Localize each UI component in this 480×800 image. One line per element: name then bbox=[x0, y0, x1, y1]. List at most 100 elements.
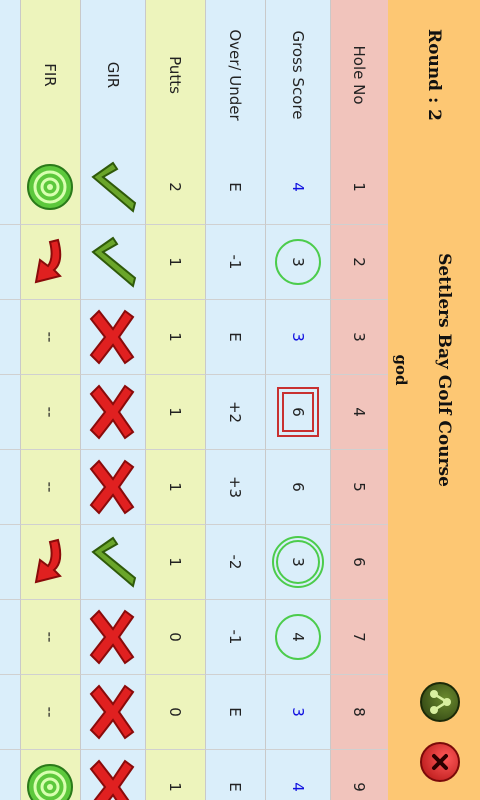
arrow-right-icon bbox=[35, 238, 63, 284]
double-bogey-inner-square: 6 bbox=[282, 392, 314, 432]
putts-value: 1 bbox=[166, 557, 185, 567]
hole-no-cell: 3 bbox=[330, 300, 388, 375]
hole-number: 2 bbox=[350, 257, 369, 267]
pty-cell: 0 bbox=[0, 750, 20, 800]
row-label-fir: FIR bbox=[20, 0, 80, 150]
gross-score-cell[interactable]: 3 bbox=[265, 525, 330, 600]
cross-icon bbox=[89, 384, 135, 440]
putts-cell: 1 bbox=[145, 300, 205, 375]
hole-number: 9 bbox=[350, 782, 369, 792]
hole-number: 1 bbox=[350, 182, 369, 192]
over-under-value: +2 bbox=[226, 400, 245, 424]
gross-score-cell[interactable]: 3 bbox=[265, 225, 330, 300]
fir-cell: -- bbox=[20, 450, 80, 525]
over-under-cell: -1 bbox=[205, 600, 265, 675]
fir-cell: -- bbox=[20, 300, 80, 375]
putts-value: 1 bbox=[166, 482, 185, 492]
gir-cell bbox=[80, 450, 145, 525]
player-name: god bbox=[392, 354, 410, 386]
gir-cell bbox=[80, 600, 145, 675]
hole-no-cell: 6 bbox=[330, 525, 388, 600]
pty-cell: 1 bbox=[0, 375, 20, 450]
header-bar: Round : 2 Settlers Bay Golf Course god bbox=[388, 0, 480, 800]
hole-no-cell: 7 bbox=[330, 600, 388, 675]
fir-cell: -- bbox=[20, 375, 80, 450]
gir-cell bbox=[80, 300, 145, 375]
row-label-gross-score: Gross Score bbox=[265, 0, 330, 150]
putts-cell: 1 bbox=[145, 375, 205, 450]
hole-no-cell: 5 bbox=[330, 450, 388, 525]
cross-icon bbox=[89, 309, 135, 365]
gross-score-value: 3 bbox=[289, 332, 307, 342]
putts-cell: 2 bbox=[145, 150, 205, 225]
gir-cell bbox=[80, 150, 145, 225]
over-under-cell: -2 bbox=[205, 525, 265, 600]
gir-cell bbox=[80, 675, 145, 750]
putts-value: 0 bbox=[166, 707, 185, 717]
over-under-value: +3 bbox=[226, 475, 245, 499]
putts-cell: 1 bbox=[145, 450, 205, 525]
putts-cell: 1 bbox=[145, 750, 205, 800]
fir-value: -- bbox=[41, 406, 60, 418]
putts-cell: 0 bbox=[145, 675, 205, 750]
gross-score-value: 4 bbox=[289, 182, 307, 192]
gross-score-cell[interactable]: 3 bbox=[265, 675, 330, 750]
gross-score-value: 3 bbox=[289, 257, 307, 267]
fir-value: -- bbox=[41, 706, 60, 718]
hole-no-cell: 9 bbox=[330, 750, 388, 800]
course-name: Settlers Bay Golf Course bbox=[434, 253, 454, 487]
gross-score-value: 3 bbox=[289, 707, 307, 717]
hole-no-cell: 4 bbox=[330, 375, 388, 450]
check-icon bbox=[91, 161, 137, 213]
fir-cell: -- bbox=[20, 600, 80, 675]
gross-score-cell[interactable]: 4 bbox=[265, 150, 330, 225]
over-under-value: E bbox=[226, 332, 245, 342]
gross-score-cell[interactable]: 3 bbox=[265, 300, 330, 375]
check-icon bbox=[91, 236, 137, 288]
target-icon bbox=[27, 164, 74, 210]
over-under-cell: E bbox=[205, 750, 265, 800]
cross-icon bbox=[89, 609, 135, 665]
gross-score-cell[interactable]: 6 bbox=[265, 375, 330, 450]
hole-number: 6 bbox=[350, 557, 369, 567]
close-button[interactable] bbox=[420, 742, 460, 782]
fir-cell bbox=[20, 150, 80, 225]
row-label-over-under: Over/ Under bbox=[205, 0, 265, 150]
hole-number: 5 bbox=[350, 482, 369, 492]
over-under-cell: E bbox=[205, 150, 265, 225]
cross-icon bbox=[89, 759, 135, 800]
putts-value: 2 bbox=[166, 182, 185, 192]
pty-cell: 0 bbox=[0, 525, 20, 600]
hole-number: 3 bbox=[350, 332, 369, 342]
fir-value: -- bbox=[41, 631, 60, 643]
gross-score-value: 4 bbox=[289, 782, 307, 792]
double-bogey-square: 6 bbox=[277, 387, 319, 437]
pty-cell: 0 bbox=[0, 450, 20, 525]
hole-no-cell: 2 bbox=[330, 225, 388, 300]
fir-value: -- bbox=[41, 331, 60, 343]
pty-cell: 0 bbox=[0, 300, 20, 375]
gross-score-value: 3 bbox=[289, 557, 307, 567]
over-under-cell: +3 bbox=[205, 450, 265, 525]
over-under-value: E bbox=[226, 182, 245, 192]
putts-value: 1 bbox=[166, 257, 185, 267]
gir-cell bbox=[80, 750, 145, 800]
cross-icon bbox=[89, 459, 135, 515]
share-button[interactable] bbox=[420, 682, 460, 722]
gross-score-cell[interactable]: 4 bbox=[265, 600, 330, 675]
putts-cell: 0 bbox=[145, 600, 205, 675]
fir-value: -- bbox=[41, 481, 60, 493]
fir-cell bbox=[20, 225, 80, 300]
hole-no-cell: 8 bbox=[330, 675, 388, 750]
gross-score-cell[interactable]: 6 bbox=[265, 450, 330, 525]
putts-cell: 1 bbox=[145, 225, 205, 300]
eagle-inner-circle: 3 bbox=[276, 540, 320, 584]
over-under-value: -1 bbox=[226, 629, 245, 645]
close-icon bbox=[432, 754, 448, 770]
putts-value: 1 bbox=[166, 332, 185, 342]
gross-score-cell[interactable]: 4 bbox=[265, 750, 330, 800]
over-under-cell: +2 bbox=[205, 375, 265, 450]
gross-score-value: 6 bbox=[289, 482, 307, 492]
check-icon bbox=[91, 536, 137, 588]
birdie-circle: 4 bbox=[275, 614, 321, 660]
